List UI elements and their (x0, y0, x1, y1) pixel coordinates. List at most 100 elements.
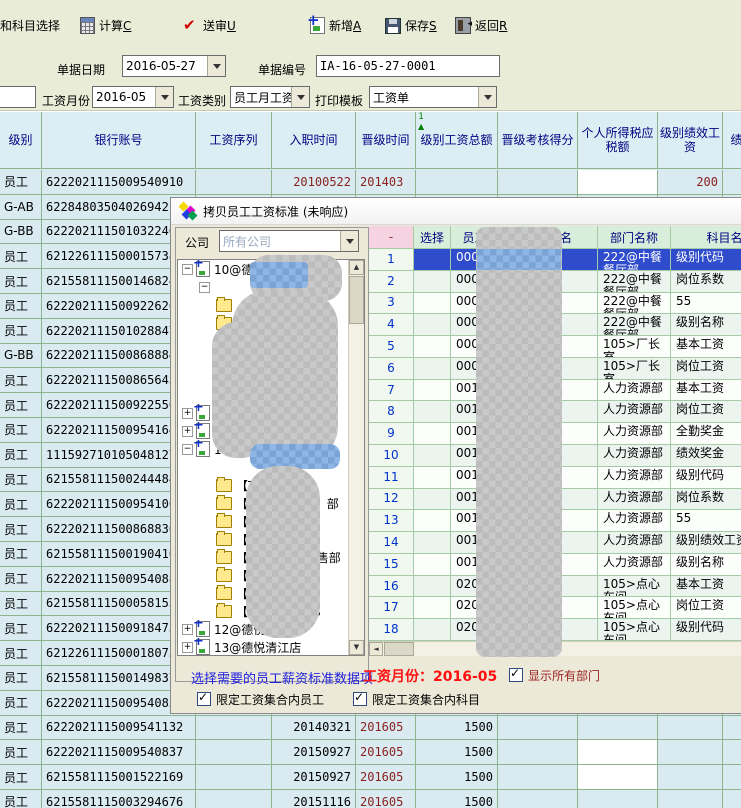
privacy-blur-selected (250, 262, 308, 288)
salary-month-display: 工资月份：2016-05 (363, 666, 497, 686)
dialog-column-header-dept[interactable]: 部门名称 (598, 226, 671, 249)
limit-employees-checkbox[interactable] (197, 692, 211, 706)
show-all-depts-checkbox[interactable] (509, 668, 523, 682)
tree-scrollbar[interactable]: ▲ ▼ (348, 260, 364, 655)
cell-level: 员工 (0, 517, 42, 542)
column-header-level[interactable]: 级别 (0, 112, 42, 169)
cell-perf (658, 740, 723, 765)
table-row[interactable]: 员工622202111500954091020100522201403200 (0, 170, 741, 195)
cell-level: 员工 (0, 492, 42, 517)
doc-no-input[interactable]: IA-16-05-27-0001 (316, 55, 500, 77)
salary-type-dropdown-button[interactable] (291, 87, 309, 107)
dialog-cell-dept: 人力资源部 (598, 532, 671, 554)
expand-icon[interactable]: + (182, 408, 193, 419)
column-header-seq[interactable]: 工资序列 (196, 112, 272, 169)
cutoff-input[interactable] (0, 86, 36, 108)
toolbar-button-save[interactable]: 保存S (385, 17, 437, 34)
expand-icon[interactable]: + (182, 426, 193, 437)
column-header-hire[interactable]: 入职时间 (272, 112, 356, 169)
folder-icon (216, 569, 232, 582)
expand-icon[interactable]: + (182, 624, 193, 635)
column-header-perf2[interactable]: 绩效 (723, 112, 741, 169)
toolbar-button-submit-review[interactable]: 送审U (183, 17, 236, 34)
print-template-value: 工资单 (370, 89, 478, 106)
collapse-icon[interactable]: − (182, 264, 193, 275)
limit-subjects-option[interactable]: 限定工资集合内科目 (353, 691, 480, 708)
dialog-column-header-num[interactable]: - (369, 226, 414, 249)
column-header-score[interactable]: 晋级考核得分 (498, 112, 578, 169)
dialog-cell-sel (414, 380, 451, 402)
dialog-cell-sel (414, 293, 451, 315)
column-header-account[interactable]: 银行账号 (42, 112, 196, 169)
cell-promote: 201403 (356, 170, 416, 195)
dialog-cell-sel (414, 576, 451, 598)
dialog-cell-num: 12 (369, 489, 414, 511)
submit-review-icon (183, 18, 199, 34)
cell-level: 员工 (0, 616, 42, 641)
dialog-cell-subject: 级别名称 (671, 314, 741, 336)
cell-hire: 20150927 (272, 740, 356, 765)
cell-tax (578, 170, 658, 195)
cell-account: 6215581115003294676 (42, 790, 196, 808)
toolbar-button-calculate[interactable]: 计算C (80, 17, 131, 34)
toolbar-button-return[interactable]: 返回R (455, 17, 507, 34)
dialog-cell-dept: 222@中餐餐厅部 (598, 271, 671, 293)
company-combo[interactable]: 所有公司 (219, 230, 359, 252)
scroll-thumb[interactable] (349, 276, 364, 324)
toolbar-button-new[interactable]: 新增A (310, 17, 361, 34)
print-template-dropdown-button[interactable] (478, 87, 496, 107)
dialog-title: 拷贝员工工资标准 (未响应) (203, 203, 348, 220)
tree-item[interactable]: +13@德悦清江店 (178, 638, 352, 656)
selection-hint: 选择需要的员工薪资标准数据项 (191, 668, 373, 687)
doc-date-dropdown-button[interactable] (207, 56, 225, 76)
scroll-left-button[interactable]: ◄ (369, 642, 383, 656)
column-header-total[interactable]: 级别工资总额1▲ (416, 112, 498, 169)
limit-employees-option[interactable]: 限定工资集合内员工 (197, 691, 324, 708)
salary-month-combo[interactable]: 2016-05 (92, 86, 174, 108)
salary-type-combo[interactable]: 员工月工资 (230, 86, 310, 108)
dialog-cell-dept: 105>点心车间 (598, 619, 671, 641)
salary-month-dropdown-button[interactable] (155, 87, 173, 107)
column-header-promote[interactable]: 晋级时间 (356, 112, 416, 169)
scroll-thumb[interactable] (384, 642, 414, 656)
print-template-combo[interactable]: 工资单 (369, 86, 497, 108)
dialog-cell-subject: 基本工资 (671, 576, 741, 598)
collapse-icon[interactable]: − (199, 282, 210, 293)
cell-level: 员工 (0, 790, 42, 808)
dialog-titlebar[interactable]: 拷贝员工工资标准 (未响应) (171, 198, 741, 225)
dialog-cell-subject: 岗位工资 (671, 597, 741, 619)
show-all-depts-option[interactable]: 显示所有部门 (509, 667, 600, 684)
cell-tax (578, 765, 658, 790)
cell-level: 员工 (0, 418, 42, 443)
column-header-perf[interactable]: 级别绩效工资 (658, 112, 723, 169)
dialog-cell-sel (414, 554, 451, 576)
table-row[interactable]: 员工6215581115001522169201509272016051500 (0, 765, 741, 790)
dialog-cell-dept: 222@中餐餐厅部 (598, 293, 671, 315)
cell-score (498, 740, 578, 765)
column-header-tax[interactable]: 个人所得税应税额 (578, 112, 658, 169)
dialog-column-header-sel[interactable]: 选择 (414, 226, 451, 249)
return-icon (455, 17, 471, 34)
doc-date-label: 单据日期 (57, 61, 105, 78)
company-dropdown-button[interactable] (340, 231, 358, 251)
dialog-cell-num: 14 (369, 532, 414, 554)
cell-perf: 200 (658, 170, 723, 195)
collapse-icon[interactable]: − (182, 444, 193, 455)
dialog-column-header-subject[interactable]: 科目名称 (671, 226, 741, 249)
cell-seq (196, 716, 272, 741)
dialog-cell-num: 7 (369, 380, 414, 402)
table-row[interactable]: 员工6222021115009540837201509272016051500 (0, 740, 741, 765)
doc-no-label: 单据编号 (258, 61, 306, 78)
folder-icon (216, 587, 232, 600)
limit-subjects-checkbox[interactable] (353, 692, 367, 706)
toolbar-button-subject-select[interactable]: 和科目选择 (0, 17, 60, 34)
dialog-cell-dept: 人力资源部 (598, 380, 671, 402)
doc-date-combo[interactable]: 2016-05-27 (122, 55, 226, 77)
expand-icon[interactable]: + (182, 642, 193, 653)
cell-level: G-AB (0, 195, 42, 220)
month-value: 2016-05 (433, 669, 497, 685)
scroll-down-button[interactable]: ▼ (349, 640, 364, 655)
table-row[interactable]: 员工6222021115009541132201403212016051500 (0, 716, 741, 741)
scroll-up-button[interactable]: ▲ (349, 260, 364, 275)
table-row[interactable]: 员工6215581115003294676201511162016051500 (0, 790, 741, 808)
